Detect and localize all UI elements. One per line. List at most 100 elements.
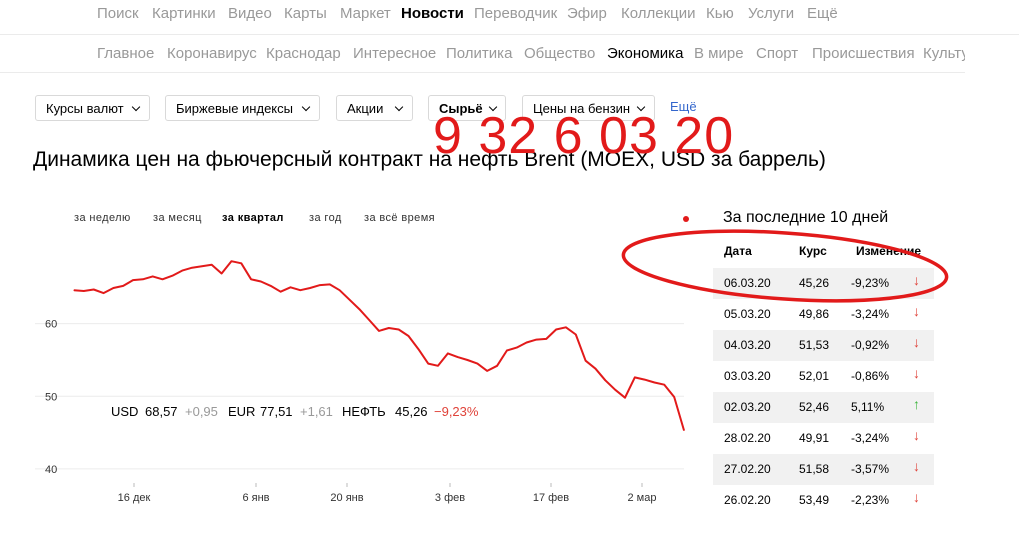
arrow-down-icon: ↓ bbox=[913, 303, 920, 319]
arrow-up-icon: ↑ bbox=[913, 396, 920, 412]
arrow-down-icon: ↓ bbox=[913, 365, 920, 381]
data-point bbox=[526, 341, 528, 344]
data-point bbox=[230, 260, 232, 262]
data-point bbox=[299, 289, 301, 291]
data-point bbox=[457, 356, 459, 358]
data-point bbox=[634, 376, 636, 378]
data-point bbox=[466, 359, 469, 361]
data-point bbox=[132, 279, 134, 281]
row-change: -3,57% bbox=[851, 462, 890, 476]
x-tick-label: 17 фев bbox=[533, 492, 569, 504]
arrow-down-icon: ↓ bbox=[913, 427, 920, 443]
table-row: 03.03.20 52,01 -0,86% ↓ bbox=[713, 361, 934, 392]
y-tick-label: 60 bbox=[45, 319, 57, 331]
data-point bbox=[575, 333, 577, 336]
row-date: 27.02.20 bbox=[724, 462, 771, 476]
row-change: -3,24% bbox=[851, 307, 890, 321]
oil-value: 45,26 bbox=[395, 404, 428, 419]
oil-label: НЕФТЬ bbox=[342, 404, 386, 419]
data-point bbox=[565, 326, 567, 328]
data-point bbox=[83, 290, 85, 292]
data-point bbox=[191, 267, 193, 269]
data-point bbox=[486, 370, 488, 372]
table-row: 26.02.20 53,49 -2,23% ↓ bbox=[713, 485, 934, 516]
data-point bbox=[604, 379, 606, 381]
row-date: 26.02.20 bbox=[724, 493, 771, 507]
row-change: -0,92% bbox=[851, 338, 890, 352]
data-point bbox=[152, 275, 154, 277]
sub-nav-item-culture[interactable]: Культу bbox=[923, 45, 965, 62]
data-point bbox=[644, 379, 646, 381]
data-point bbox=[555, 328, 557, 331]
data-point bbox=[73, 289, 75, 291]
data-point bbox=[624, 397, 626, 399]
series-legend-dot bbox=[683, 216, 689, 222]
table-row: 28.02.20 49,91 -3,24% ↓ bbox=[713, 423, 934, 454]
row-rate: 51,53 bbox=[799, 338, 830, 352]
eur-change: +1,61 bbox=[300, 404, 333, 419]
data-point bbox=[280, 291, 282, 293]
data-point bbox=[407, 335, 410, 337]
row-date: 02.03.20 bbox=[724, 400, 771, 414]
row-rate: 53,49 bbox=[799, 493, 830, 507]
data-point bbox=[358, 308, 360, 310]
data-point bbox=[476, 363, 478, 365]
row-change: -0,86% bbox=[851, 369, 890, 383]
handwritten-number: 9 32 6 03 20 bbox=[433, 107, 735, 165]
x-tick-label: 6 янв bbox=[242, 492, 269, 504]
arrow-down-icon: ↓ bbox=[913, 489, 920, 505]
row-date: 03.03.20 bbox=[724, 369, 771, 383]
table-header-date: Дата bbox=[724, 244, 752, 258]
data-point bbox=[653, 381, 656, 384]
arrow-down-icon: ↓ bbox=[913, 272, 920, 288]
top-nav-item-q[interactable]: Кью bbox=[706, 5, 734, 22]
table-header-rate: Курс bbox=[799, 244, 827, 258]
top-nav-item-services[interactable]: Услуги bbox=[748, 5, 794, 22]
data-point bbox=[614, 389, 616, 391]
table-header-change: Изменение bbox=[856, 244, 922, 258]
data-point bbox=[388, 327, 390, 329]
row-rate: 45,26 bbox=[799, 276, 830, 290]
x-tick-label: 3 фев bbox=[435, 492, 465, 504]
sub-nav-item-sport[interactable]: Спорт bbox=[756, 45, 798, 62]
data-point bbox=[102, 292, 105, 294]
top-nav-item-more[interactable]: Ещё bbox=[807, 5, 838, 22]
data-point bbox=[142, 278, 144, 280]
eur-label: EUR bbox=[228, 404, 256, 419]
data-point bbox=[122, 285, 124, 287]
data-point bbox=[309, 287, 311, 289]
row-rate: 49,86 bbox=[799, 307, 830, 321]
data-point bbox=[683, 429, 685, 431]
arrow-down-icon: ↓ bbox=[913, 458, 920, 474]
row-rate: 49,91 bbox=[799, 431, 830, 445]
data-point bbox=[240, 262, 242, 264]
table-row: 04.03.20 51,53 -0,92% ↓ bbox=[713, 330, 934, 361]
table-title: За последние 10 дней bbox=[723, 209, 889, 226]
data-point bbox=[93, 288, 95, 291]
row-change: 5,11% bbox=[851, 400, 885, 414]
x-tick-label: 16 дек bbox=[118, 492, 151, 504]
sub-nav-item-world[interactable]: В мире bbox=[694, 45, 744, 62]
data-point bbox=[112, 287, 114, 289]
data-point bbox=[211, 264, 213, 266]
data-point bbox=[516, 347, 518, 349]
table-row: 06.03.20 45,26 -9,23% ↓ bbox=[713, 268, 934, 299]
data-point bbox=[201, 265, 203, 267]
row-date: 05.03.20 bbox=[724, 307, 771, 321]
data-point bbox=[181, 270, 183, 272]
data-point bbox=[663, 384, 665, 386]
data-point bbox=[545, 338, 547, 340]
y-tick-label: 40 bbox=[45, 464, 57, 476]
data-point bbox=[250, 278, 252, 280]
row-rate: 52,01 bbox=[799, 369, 830, 383]
usd-change: +0,95 bbox=[185, 404, 218, 419]
data-point bbox=[594, 368, 597, 370]
data-point bbox=[398, 328, 400, 331]
row-date: 28.02.20 bbox=[724, 431, 771, 445]
eur-value: 77,51 bbox=[260, 404, 293, 419]
sub-nav-item-incidents[interactable]: Происшествия bbox=[812, 45, 915, 62]
usd-value: 68,57 bbox=[145, 404, 178, 419]
row-rate: 51,58 bbox=[799, 462, 830, 476]
table-row: 02.03.20 52,46 5,11% ↑ bbox=[713, 392, 934, 423]
row-change: -2,23% bbox=[851, 493, 890, 507]
